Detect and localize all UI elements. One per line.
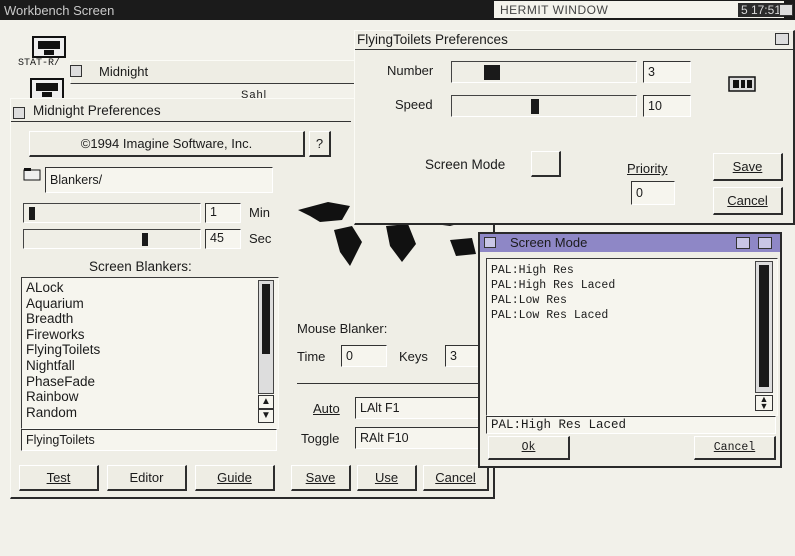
toilet-icon	[728, 76, 756, 92]
close-gadget[interactable]	[70, 65, 82, 77]
title-divider	[355, 49, 793, 50]
screen-mode-label: Screen Mode	[425, 157, 506, 172]
toggle-label: Toggle	[301, 431, 340, 446]
screen-mode-button[interactable]	[531, 151, 561, 177]
selected-mode-field[interactable]: PAL:High Res Laced	[486, 416, 776, 434]
drawer-icon	[32, 36, 66, 58]
scroll-down-arrow[interactable]: ▼	[258, 409, 274, 423]
hermit-label: HERMIT WINDOW	[500, 2, 609, 17]
midnight-window-title: Midnight	[99, 64, 149, 79]
min-slider-knob[interactable]	[29, 207, 35, 220]
close-gadget[interactable]	[13, 107, 25, 119]
list-item[interactable]: ALock	[26, 280, 100, 296]
screen-blankers-label: Screen Blankers:	[89, 259, 192, 274]
auto-label: Auto	[313, 401, 340, 416]
toggle-hotkey-field[interactable]: RAlt F10	[355, 427, 489, 449]
midnight-preferences-title: Midnight Preferences	[33, 103, 161, 118]
number-slider[interactable]	[451, 61, 637, 83]
flyingtoilets-title: FlyingToilets Preferences	[357, 32, 508, 47]
keys-label: Keys	[399, 349, 428, 364]
number-slider-knob[interactable]	[484, 65, 500, 80]
scrollbar-knob[interactable]	[759, 265, 769, 387]
list-item[interactable]: Rainbow	[26, 389, 100, 405]
mouse-divider	[297, 383, 489, 384]
list-item[interactable]: Aquarium	[26, 296, 100, 312]
blankers-list-items: ALock Aquarium Breadth Fireworks FlyingToile…	[26, 280, 100, 420]
list-item[interactable]: Nightfall	[26, 358, 100, 374]
list-item[interactable]: FlyingToilets	[26, 342, 100, 358]
guide-button[interactable]: Guide	[195, 465, 275, 491]
sec-slider[interactable]	[23, 229, 201, 249]
screen-depth-gadget[interactable]	[779, 4, 793, 16]
scroll-up-arrow[interactable]: ▲	[258, 395, 274, 409]
screen-mode-list-items: PAL:High Res PAL:High Res Laced PAL:Low Re…	[491, 263, 615, 323]
depth-gadget[interactable]	[758, 237, 772, 249]
midnight-window: Midnight	[70, 60, 357, 84]
editor-button[interactable]: Editor	[107, 465, 187, 491]
list-item[interactable]: PhaseFade	[26, 374, 100, 390]
hermit-window-title: HERMIT WINDOW 5 17:51	[494, 1, 784, 18]
scroll-arrows[interactable]: ▲ ▼	[755, 395, 773, 411]
close-gadget[interactable]	[484, 237, 496, 248]
list-item[interactable]: Fireworks	[26, 327, 100, 343]
sec-label: Sec	[249, 231, 272, 246]
folder-icon[interactable]	[23, 167, 41, 181]
workbench-title: Workbench Screen	[4, 2, 115, 18]
screen-mode-window: Screen Mode PAL:High Res PAL:High Res Lac…	[478, 232, 782, 468]
list-item[interactable]: Random	[26, 405, 100, 421]
sec-value-field[interactable]: 45	[205, 229, 241, 249]
screen-mode-title: Screen Mode	[510, 235, 588, 250]
list-item[interactable]: PAL:High Res	[491, 263, 615, 278]
zoom-gadget[interactable]	[736, 237, 750, 249]
scrollbar-knob[interactable]	[262, 284, 270, 354]
cancel-button[interactable]: Cancel	[423, 465, 489, 491]
use-button[interactable]: Use	[357, 465, 417, 491]
title-divider	[11, 121, 351, 122]
time-field[interactable]: 0	[341, 345, 387, 367]
icon-label: STAT-R/	[18, 58, 61, 69]
list-item[interactable]: Breadth	[26, 311, 100, 327]
speed-slider[interactable]	[451, 95, 637, 117]
test-button[interactable]: Test	[19, 465, 99, 491]
flyingtoilets-preferences-window: FlyingToilets Preferences Number 3 Speed…	[354, 30, 795, 225]
speed-value-field[interactable]: 10	[643, 95, 691, 117]
help-button[interactable]: ?	[309, 131, 331, 157]
depth-gadget[interactable]	[775, 33, 789, 45]
priority-field[interactable]: 0	[631, 181, 675, 205]
screen-mode-list[interactable]: PAL:High Res PAL:High Res Laced PAL:Low Re…	[486, 258, 778, 416]
min-value-field[interactable]: 1	[205, 203, 241, 223]
priority-label: Priority	[627, 161, 668, 176]
blankers-list[interactable]: ALock Aquarium Breadth Fireworks FlyingToile…	[21, 277, 279, 429]
small-logo: Sahl	[241, 89, 268, 101]
save-button[interactable]: Save	[291, 465, 351, 491]
speed-slider-knob[interactable]	[531, 99, 539, 114]
sec-slider-knob[interactable]	[142, 233, 148, 246]
prefs-save-button[interactable]: Save	[713, 153, 783, 181]
drawer-icon	[30, 78, 64, 100]
mode-scrollbar[interactable]	[755, 261, 773, 393]
speed-label: Speed	[395, 97, 433, 112]
auto-hotkey-field[interactable]: LAlt F1	[355, 397, 489, 419]
about-button[interactable]: ©1994 Imagine Software, Inc.	[29, 131, 305, 157]
mouse-blanker-label: Mouse Blanker:	[297, 321, 388, 336]
list-item[interactable]: PAL:Low Res	[491, 293, 615, 308]
selected-blanker-field[interactable]: FlyingToilets	[21, 429, 277, 451]
list-item[interactable]: PAL:High Res Laced	[491, 278, 615, 293]
number-value-field[interactable]: 3	[643, 61, 691, 83]
mode-ok-button[interactable]: Ok	[488, 436, 570, 460]
min-label: Min	[249, 205, 270, 220]
number-label: Number	[387, 63, 434, 78]
screen-mode-title-bar[interactable]: Screen Mode	[480, 234, 780, 252]
clock-readout: 5 17:51	[737, 2, 784, 17]
time-label: Time	[297, 349, 326, 364]
blankers-path-field[interactable]: Blankers/	[45, 167, 273, 193]
min-slider[interactable]	[23, 203, 201, 223]
mode-cancel-button[interactable]: Cancel	[694, 436, 776, 460]
prefs-cancel-button[interactable]: Cancel	[713, 187, 783, 215]
list-item[interactable]: PAL:Low Res Laced	[491, 308, 615, 323]
blankers-scrollbar[interactable]	[258, 280, 274, 394]
